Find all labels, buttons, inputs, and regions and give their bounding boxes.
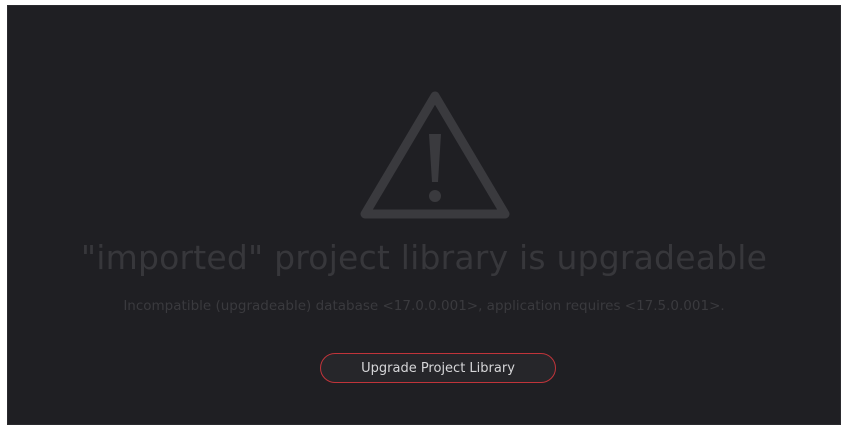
upgrade-button-label: Upgrade Project Library: [361, 360, 515, 376]
dialog-title: "imported" project library is upgradeabl…: [80, 238, 768, 277]
dialog-message: Incompatible (upgradeable) database <17.…: [123, 298, 725, 314]
upgrade-project-library-button[interactable]: Upgrade Project Library: [320, 353, 556, 383]
warning-triangle-icon: [360, 91, 510, 219]
upgrade-library-panel: "imported" project library is upgradeabl…: [7, 5, 841, 425]
